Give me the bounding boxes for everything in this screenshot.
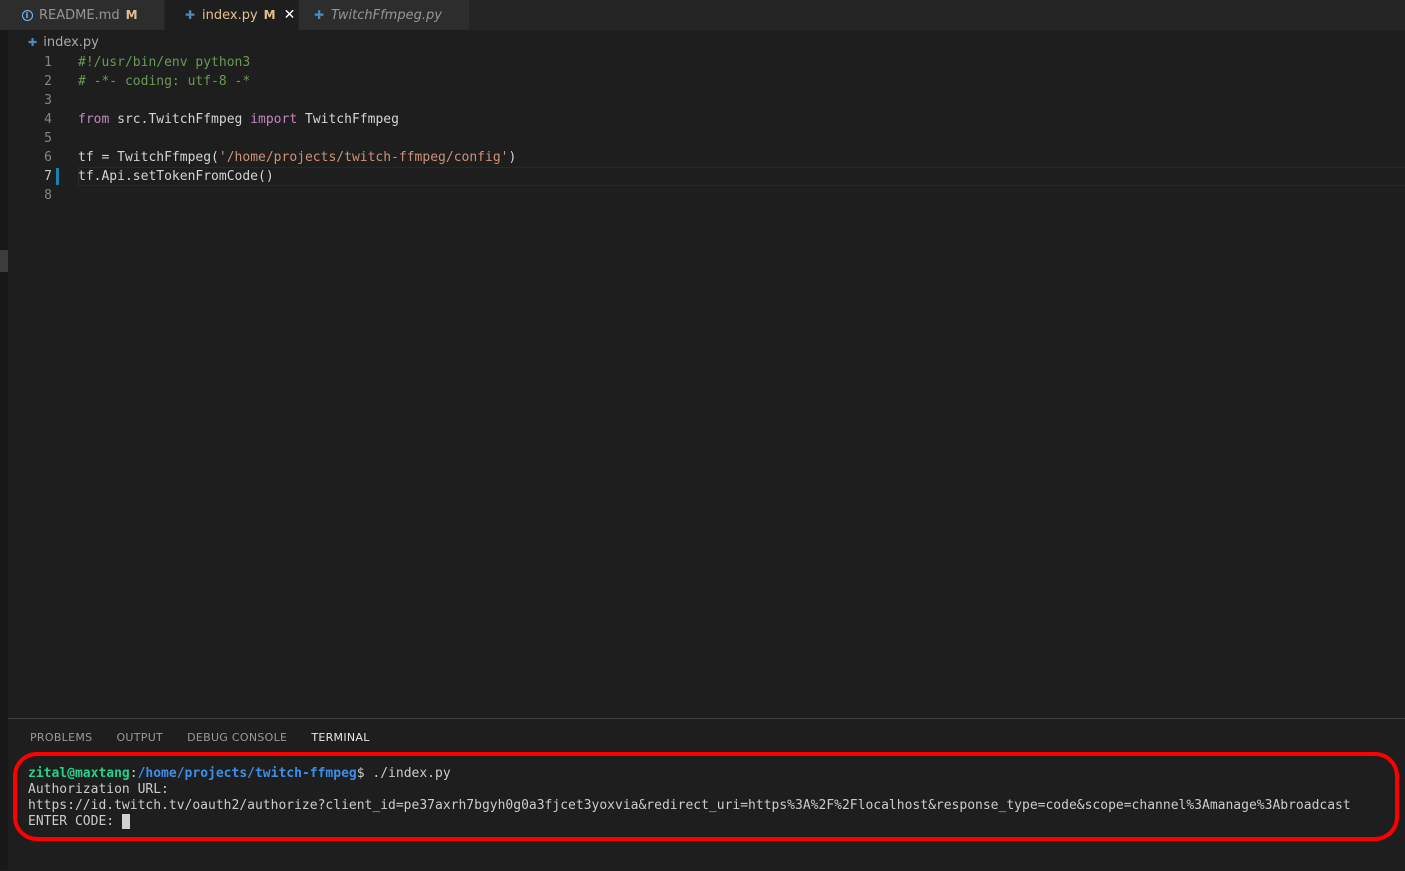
python-icon: ✚ bbox=[28, 35, 38, 49]
terminal-output[interactable]: zital@maxtang:/home/projects/twitch-ffmp… bbox=[28, 766, 1351, 830]
tab-label: TwitchFfmpeg.py bbox=[331, 7, 442, 23]
bottom-panel: PROBLEMS OUTPUT DEBUG CONSOLE TERMINAL z… bbox=[8, 718, 1405, 871]
terminal-prompt-line: zital@maxtang:/home/projects/twitch-ffmp… bbox=[28, 766, 1351, 782]
line-number: 2 bbox=[44, 74, 52, 89]
code-text: from src.TwitchFfmpeg import TwitchFfmpe… bbox=[78, 110, 399, 129]
code-text: # -*- coding: utf-8 -* bbox=[78, 72, 250, 91]
terminal-path-sep: : bbox=[129, 766, 138, 781]
tab-twitchffmpeg-py[interactable]: ✚ TwitchFfmpeg.py bbox=[299, 0, 470, 30]
breadcrumb-file[interactable]: index.py bbox=[43, 35, 99, 50]
code-token: src.TwitchFfmpeg bbox=[109, 112, 251, 127]
code-line[interactable]: 5 bbox=[8, 129, 1405, 148]
close-icon[interactable]: ✕ bbox=[284, 7, 296, 23]
code-token: tf.Api.setTokenFromCode() bbox=[78, 169, 274, 184]
python-icon: ✚ bbox=[313, 8, 325, 22]
terminal-cursor bbox=[121, 814, 130, 829]
line-number: 4 bbox=[44, 112, 52, 127]
code-text: #!/usr/bin/env python3 bbox=[78, 53, 250, 72]
terminal-input-line: ENTER CODE: bbox=[28, 814, 1351, 830]
modified-badge: M bbox=[263, 8, 276, 22]
line-number: 8 bbox=[44, 188, 52, 203]
scroll-marker bbox=[0, 250, 8, 272]
code-line[interactable]: 7 tf.Api.setTokenFromCode() bbox=[8, 167, 1405, 186]
code-line[interactable]: 3 bbox=[8, 91, 1405, 110]
code-line[interactable]: 1 #!/usr/bin/env python3 bbox=[8, 53, 1405, 72]
python-icon: ✚ bbox=[184, 8, 196, 22]
modified-line-indicator bbox=[56, 168, 59, 185]
tab-problems[interactable]: PROBLEMS bbox=[30, 729, 92, 747]
tab-label: index.py bbox=[202, 7, 258, 23]
tab-label: README.md bbox=[39, 7, 120, 23]
code-token: import bbox=[250, 112, 298, 127]
terminal-path: /home/projects/twitch-ffmpeg bbox=[137, 766, 357, 781]
code-token: ) bbox=[508, 150, 517, 165]
terminal-command: $ ./index.py bbox=[356, 766, 451, 781]
line-number: 7 bbox=[44, 169, 52, 184]
code-text: tf = TwitchFfmpeg('/home/projects/twitch… bbox=[78, 148, 516, 167]
line-number: 3 bbox=[44, 93, 52, 108]
code-token: tf = TwitchFfmpeg( bbox=[78, 150, 219, 165]
tab-index-py[interactable]: ✚ index.py M ✕ bbox=[165, 0, 299, 30]
terminal-url-line: https://id.twitch.tv/oauth2/authorize?cl… bbox=[28, 798, 1351, 813]
line-number: 5 bbox=[44, 131, 52, 146]
terminal-input-prompt: ENTER CODE: bbox=[28, 814, 122, 829]
code-token: #!/usr/bin/env python3 bbox=[78, 55, 251, 70]
code-token: # -*- coding: utf-8 -* bbox=[78, 74, 251, 89]
code-token: TwitchFfmpeg bbox=[297, 112, 399, 127]
code-line[interactable]: 4 from src.TwitchFfmpeg import TwitchFfmp… bbox=[8, 110, 1405, 129]
tab-debug-console[interactable]: DEBUG CONSOLE bbox=[187, 729, 287, 747]
code-token: '/home/projects/twitch-ffmpeg/config' bbox=[218, 150, 509, 165]
terminal-line: Authorization URL: bbox=[28, 782, 169, 797]
tab-terminal[interactable]: TERMINAL bbox=[311, 729, 369, 747]
tab-readme[interactable]: i README.md M bbox=[0, 0, 165, 30]
breadcrumb: ✚ index.py bbox=[28, 32, 99, 52]
code-token: from bbox=[78, 112, 110, 127]
editor-tab-bar: i README.md M ✚ index.py M ✕ ✚ TwitchFfm… bbox=[0, 0, 1405, 30]
terminal-user-host: zital@maxtang bbox=[28, 766, 130, 781]
code-line[interactable]: 6 tf = TwitchFfmpeg('/home/projects/twitc… bbox=[8, 148, 1405, 167]
tab-output[interactable]: OUTPUT bbox=[116, 729, 163, 747]
code-editor[interactable]: 1 #!/usr/bin/env python3 2 # -*- coding: ut… bbox=[8, 52, 1405, 218]
info-icon: i bbox=[20, 9, 34, 21]
activity-strip bbox=[0, 0, 8, 870]
panel-tabs: PROBLEMS OUTPUT DEBUG CONSOLE TERMINAL bbox=[30, 729, 394, 747]
line-number: 6 bbox=[44, 150, 52, 165]
line-number: 1 bbox=[44, 55, 52, 70]
modified-badge: M bbox=[125, 8, 138, 22]
code-text: tf.Api.setTokenFromCode() bbox=[78, 167, 274, 186]
code-line[interactable]: 8 bbox=[8, 186, 1405, 205]
current-line-highlight bbox=[78, 167, 1405, 186]
code-line[interactable]: 2 # -*- coding: utf-8 -* bbox=[8, 72, 1405, 91]
